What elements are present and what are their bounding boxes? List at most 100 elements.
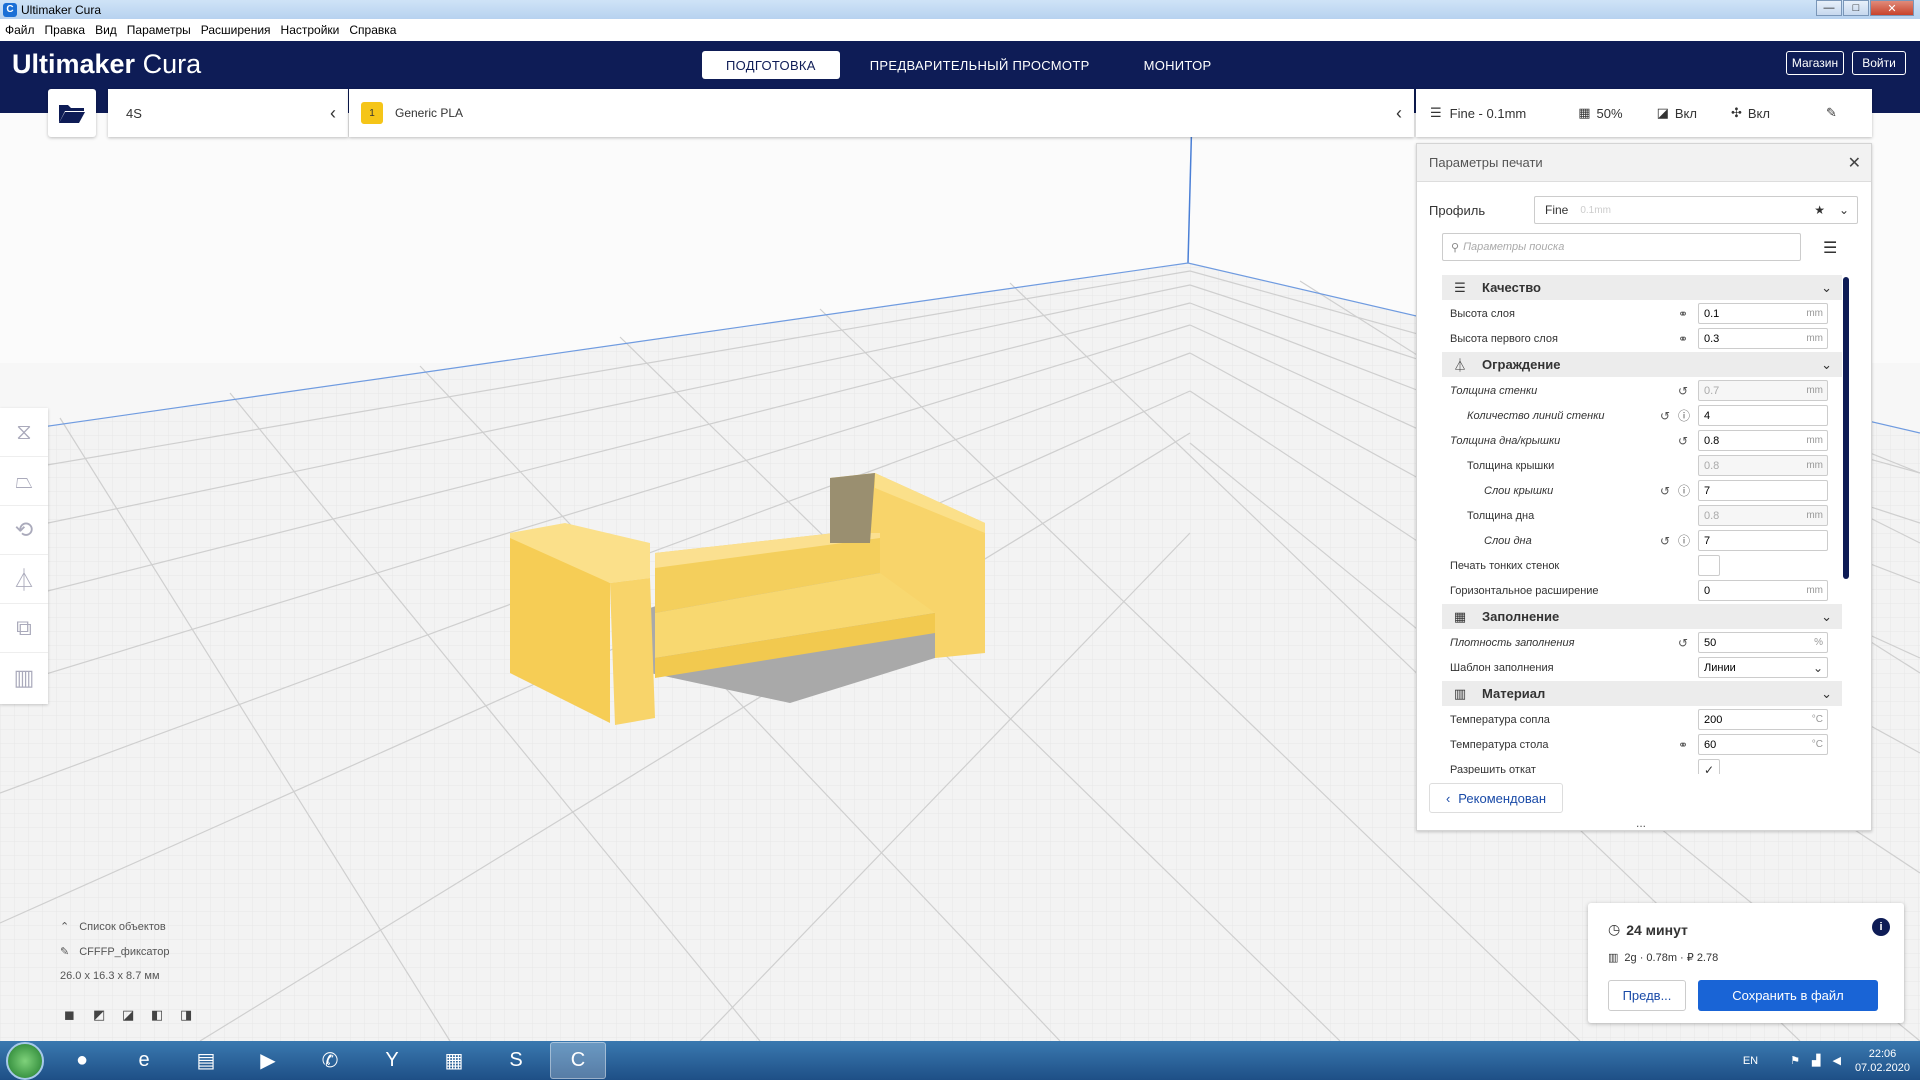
reset-icon[interactable]: ↺ bbox=[1660, 534, 1670, 548]
setting-value-input[interactable]: 60 °C bbox=[1698, 734, 1828, 755]
material-spool-icon: ▥ bbox=[1608, 952, 1619, 964]
setting-value-input[interactable]: 7 bbox=[1698, 480, 1828, 501]
sign-in-button[interactable]: Войти bbox=[1852, 51, 1906, 75]
winrar-icon[interactable]: ▦ bbox=[426, 1042, 482, 1079]
rotate-tool-icon[interactable]: ⟲ bbox=[0, 506, 48, 555]
folder-icon bbox=[59, 105, 85, 123]
category-3[interactable]: ▥ Материал ⌄ bbox=[1442, 681, 1842, 706]
print-estimate-panel: ◷ 24 минут ▥ 2g · 0.78m · ₽ 2.78 i Предв..… bbox=[1588, 903, 1904, 1023]
menu-settings[interactable]: Параметры bbox=[122, 23, 196, 37]
setting-value-input[interactable]: 0 mm bbox=[1698, 580, 1828, 601]
reset-icon[interactable]: ↺ bbox=[1678, 384, 1688, 398]
setting-checkbox[interactable] bbox=[1698, 555, 1720, 576]
menu-preferences[interactable]: Настройки bbox=[276, 23, 345, 37]
setting-value-input[interactable]: 4 bbox=[1698, 405, 1828, 426]
setting-value-input[interactable]: 200 °C bbox=[1698, 709, 1828, 730]
per-model-settings-icon[interactable]: ⧉ bbox=[0, 604, 48, 653]
menu-file[interactable]: Файл bbox=[0, 23, 40, 37]
explorer-folder-icon[interactable]: ▤ bbox=[178, 1042, 234, 1079]
info-icon[interactable]: i bbox=[1872, 918, 1890, 936]
setting-row: Слои крышки ↺ ⓘ 7 bbox=[1442, 478, 1842, 503]
network-icon[interactable]: ▟ bbox=[1812, 1054, 1820, 1067]
recommended-button[interactable]: ‹ Рекомендован bbox=[1429, 783, 1563, 813]
close-window-button[interactable]: ✕ bbox=[1870, 0, 1914, 16]
adhesion-summary: Вкл bbox=[1747, 105, 1770, 121]
material-selector[interactable]: 1 Generic PLA ‹ bbox=[349, 89, 1414, 137]
maximize-button[interactable]: □ bbox=[1843, 0, 1869, 16]
setting-checkbox[interactable]: ✓ bbox=[1698, 759, 1720, 774]
start-button[interactable] bbox=[6, 1041, 44, 1080]
chevron-down-icon: ⌄ bbox=[1821, 356, 1832, 372]
alice-icon[interactable]: ● bbox=[54, 1042, 110, 1079]
setting-value-input[interactable]: Линии ⌄ bbox=[1698, 657, 1828, 678]
volume-icon[interactable]: ◀ bbox=[1832, 1054, 1840, 1067]
solidworks-icon[interactable]: S bbox=[488, 1042, 544, 1079]
move-tool-icon[interactable]: ⧖ bbox=[0, 408, 48, 457]
support-blocker-icon[interactable]: ▥ bbox=[0, 653, 48, 702]
setting-row: Высота первого слоя ⚭ 0.3 mm bbox=[1442, 326, 1842, 351]
tab-preview[interactable]: ПРЕДВАРИТЕЛЬНЫЙ ПРОСМОТР bbox=[846, 51, 1114, 79]
setting-label: Разрешить откат bbox=[1450, 763, 1536, 775]
flag-icon[interactable]: ⚑ bbox=[1790, 1054, 1800, 1067]
settings-scrollbar[interactable] bbox=[1843, 277, 1849, 579]
media-player-icon[interactable]: ▶ bbox=[240, 1042, 296, 1079]
edit-pencil-icon[interactable]: ✎ bbox=[1826, 105, 1837, 121]
clock[interactable]: 22:06 07.02.2020 bbox=[1855, 1047, 1910, 1075]
category-2[interactable]: ▦ Заполнение ⌄ bbox=[1442, 604, 1842, 629]
view-top-icon[interactable]: ◪ bbox=[122, 1007, 138, 1022]
info-icon: ⓘ bbox=[1678, 534, 1691, 548]
setting-value-input[interactable]: 0.3 mm bbox=[1698, 328, 1828, 349]
viber-icon[interactable]: ✆ bbox=[302, 1042, 358, 1079]
setting-value-input[interactable]: 0.1 mm bbox=[1698, 303, 1828, 324]
menu-help[interactable]: Справка bbox=[344, 23, 401, 37]
reset-icon[interactable]: ↺ bbox=[1678, 636, 1688, 650]
language-indicator[interactable]: EN bbox=[1743, 1055, 1758, 1067]
printer-selector[interactable]: 4S ‹ bbox=[108, 89, 348, 137]
category-0[interactable]: ☰ Качество ⌄ bbox=[1442, 275, 1842, 300]
pencil-icon: ✎ bbox=[60, 946, 70, 958]
setting-row: Шаблон заполнения Линии ⌄ bbox=[1442, 655, 1842, 680]
clock-icon: ◷ bbox=[1608, 921, 1621, 937]
menu-view[interactable]: Вид bbox=[90, 23, 122, 37]
menu-edit[interactable]: Правка bbox=[40, 23, 91, 37]
setting-row: Печать тонких стенок bbox=[1442, 553, 1842, 578]
scale-tool-icon[interactable]: ⏢ bbox=[0, 457, 48, 506]
mirror-tool-icon[interactable]: ⏃ bbox=[0, 555, 48, 604]
setting-value-input: 0.8 mm bbox=[1698, 455, 1828, 476]
view-left-icon[interactable]: ◧ bbox=[151, 1007, 167, 1022]
view-right-icon[interactable]: ◨ bbox=[180, 1007, 196, 1022]
setting-value-input[interactable]: 50% bbox=[1698, 632, 1828, 653]
cura-taskbar-icon[interactable]: C bbox=[550, 1042, 606, 1079]
category-label: Качество bbox=[1482, 280, 1541, 295]
object-list-toggle[interactable]: ⌃ Список объектов bbox=[60, 920, 169, 934]
reset-icon[interactable]: ↺ bbox=[1660, 484, 1670, 498]
setting-value-input[interactable]: 7 bbox=[1698, 530, 1828, 551]
minimize-button[interactable]: — bbox=[1816, 0, 1842, 16]
yandex-browser-icon[interactable]: Y bbox=[364, 1042, 420, 1079]
reset-icon[interactable]: ↺ bbox=[1678, 434, 1688, 448]
close-icon[interactable]: ✕ bbox=[1848, 153, 1861, 173]
preview-button[interactable]: Предв... bbox=[1608, 980, 1686, 1011]
adhesion-icon: ✣ bbox=[1730, 105, 1742, 120]
reset-icon[interactable]: ↺ bbox=[1660, 409, 1670, 423]
settings-search-input[interactable]: ⚲ Параметры поиска bbox=[1442, 233, 1801, 261]
setting-value-input[interactable]: 0.8 mm bbox=[1698, 430, 1828, 451]
open-file-button[interactable] bbox=[48, 89, 96, 137]
profile-dropdown[interactable]: Fine 0.1mm ★ ⌄ bbox=[1534, 196, 1858, 224]
star-icon[interactable]: ★ bbox=[1814, 203, 1825, 217]
marketplace-button[interactable]: Магазин bbox=[1786, 51, 1844, 75]
view-3d-icon[interactable]: ◼ bbox=[64, 1007, 80, 1022]
tab-prepare[interactable]: ПОДГОТОВКА bbox=[702, 51, 840, 79]
view-front-icon[interactable]: ◩ bbox=[93, 1007, 109, 1022]
tab-monitor[interactable]: МОНИТОР bbox=[1120, 51, 1236, 79]
print-settings-summary[interactable]: ☰ Fine - 0.1mm ▦ 50% ◪ Вкл ✣ Вкл ✎ bbox=[1416, 89, 1872, 137]
category-1[interactable]: ⏃ Ограждение ⌄ bbox=[1442, 352, 1842, 377]
settings-menu-icon[interactable]: ☰ bbox=[1823, 238, 1837, 258]
menu-bar: Файл Правка Вид Параметры Расширения Нас… bbox=[0, 19, 1920, 41]
panel-resize-handle[interactable]: ... bbox=[1636, 816, 1646, 830]
chevron-left-icon: ‹ bbox=[330, 102, 336, 123]
save-to-file-button[interactable]: Сохранить в файл bbox=[1698, 980, 1878, 1011]
menu-extensions[interactable]: Расширения bbox=[196, 23, 276, 37]
internet-explorer-icon[interactable]: e bbox=[116, 1042, 172, 1079]
chevron-up-icon: ⌃ bbox=[60, 921, 70, 933]
